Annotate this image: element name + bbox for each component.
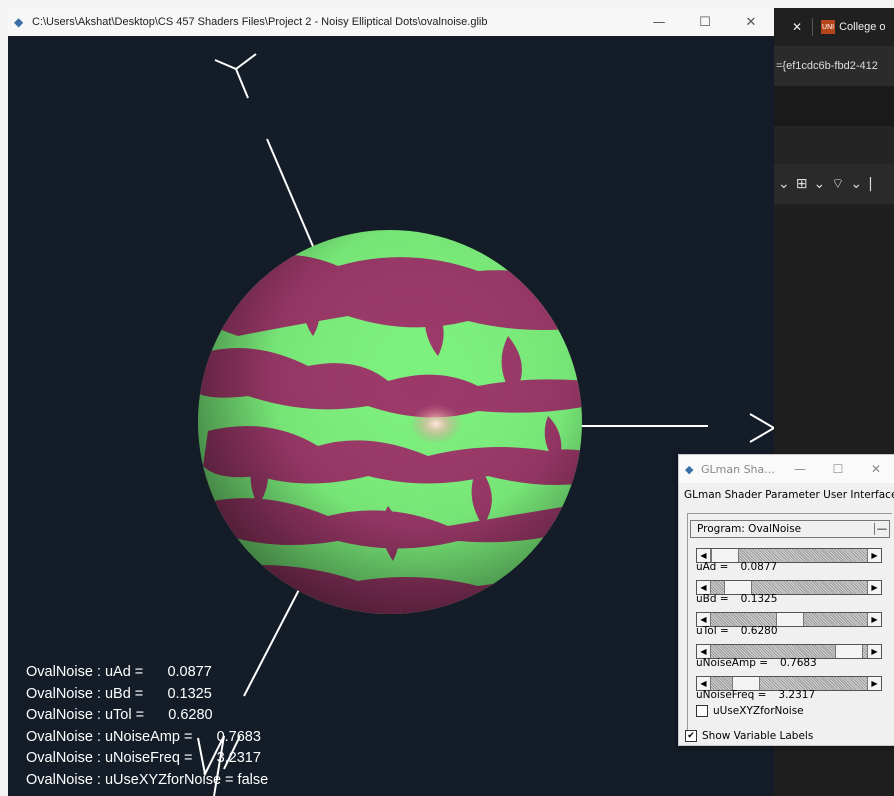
use-xyz-label: uUseXYZforNoise (713, 705, 804, 717)
toolbar-glyph-icon[interactable]: ⌔ (831, 175, 844, 193)
glman-app-icon: ◆ (685, 462, 694, 476)
slider-label: uTol = 0.6280 (696, 625, 778, 637)
toolbar-glyph-icon[interactable]: ⌄ (778, 176, 790, 192)
tab-title[interactable]: College o (839, 21, 885, 33)
minimize-button[interactable]: — (636, 8, 682, 36)
overlay-label-line: OvalNoise : uBd = 0.1325 (26, 685, 212, 702)
slider-label: uAd = 0.0877 (696, 561, 777, 573)
overlay-label-line: OvalNoise : uAd = 0.0877 (26, 664, 212, 680)
overlay-label-line: OvalNoise : uNoiseFreq = 3.2317 (26, 750, 261, 766)
glman-window-title: GLman Sha... (701, 462, 775, 476)
slider-right-arrow-icon[interactable]: ▶ (867, 581, 881, 594)
gl-titlebar[interactable]: ◆ C:\Users\Akshat\Desktop\CS 457 Shaders… (8, 8, 774, 36)
slider-label: uNoiseAmp = 0.7683 (696, 657, 817, 669)
college-favicon-icon: UNI (821, 20, 836, 34)
slider-right-arrow-icon[interactable]: ▶ (867, 645, 881, 658)
slider-name: uNoiseFreq = (696, 689, 767, 701)
close-button[interactable]: ✕ (857, 455, 894, 483)
noisy-oval-sphere (198, 230, 582, 614)
overlay-label-line: OvalNoise : uUseXYZforNoise = false (26, 771, 269, 788)
use-xyz-checkbox[interactable] (696, 705, 708, 717)
maximize-button[interactable]: ☐ (682, 8, 728, 36)
slider-label: uBd = 0.1325 (696, 593, 777, 605)
overlay-label-line: OvalNoise : uTol = 0.6280 (26, 707, 213, 723)
slider-name: uAd = (696, 561, 729, 573)
slider-right-arrow-icon[interactable]: ▶ (867, 677, 881, 690)
close-button[interactable]: ✕ (728, 8, 774, 36)
slider-label: uNoiseFreq = 3.2317 (696, 689, 815, 701)
toolbar-glyph-icon[interactable]: ⌄ (813, 176, 825, 192)
show-labels-checkbox[interactable]: ✔ (685, 730, 697, 742)
glman-app-icon: ◆ (14, 15, 24, 29)
glman-titlebar[interactable]: ◆ GLman Sha... — ☐ ✕ (679, 455, 894, 483)
window-title: C:\Users\Akshat\Desktop\CS 457 Shaders F… (32, 16, 488, 28)
background-tab-bar[interactable]: ✕ UNI College o (774, 8, 894, 46)
glman-parameter-window[interactable]: ◆ GLman Sha... — ☐ ✕ GLman Shader Parame… (678, 454, 894, 746)
slider-value: 0.7683 (780, 657, 817, 669)
background-url-text[interactable]: ={ef1cdc6b-fbd2-412 (774, 46, 894, 86)
show-labels-checkbox-row[interactable]: ✔ Show Variable Labels (685, 730, 813, 742)
program-rollout[interactable]: Program: OvalNoise — (690, 520, 890, 538)
program-panel: Program: OvalNoise — ◀ ▶ uAd = 0.0877 ◀ ▶ uBd … (687, 513, 892, 740)
overlay-label-line: OvalNoise : uNoiseAmp = 0.7683 (26, 728, 261, 745)
tab-separator (812, 18, 814, 36)
tab-close-icon[interactable]: ✕ (792, 20, 802, 34)
slider-name: uBd = (696, 593, 729, 605)
use-xyz-checkbox-row[interactable]: uUseXYZforNoise (696, 705, 804, 717)
toolbar-glyph-icon[interactable]: ⊞ (796, 176, 808, 192)
program-label: Program: OvalNoise (697, 523, 802, 535)
toolbar-glyph-icon[interactable]: ⌄ (850, 176, 862, 192)
background-strip (774, 126, 894, 164)
collapse-button[interactable]: — (874, 523, 889, 535)
glman-header: GLman Shader Parameter User Interface (684, 489, 894, 501)
slider-value: 0.1325 (740, 593, 778, 605)
slider-name: uNoiseAmp = (696, 657, 768, 669)
slider-right-arrow-icon[interactable]: ▶ (867, 613, 881, 626)
maximize-button[interactable]: ☐ (819, 455, 857, 483)
slider-thumb[interactable] (834, 645, 863, 658)
show-labels-label: Show Variable Labels (702, 730, 814, 742)
slider-value: 0.6280 (740, 625, 778, 637)
minimize-button[interactable]: — (781, 455, 819, 483)
gl-render-window[interactable]: ◆ C:\Users\Akshat\Desktop\CS 457 Shaders… (8, 8, 774, 796)
slider-name: uTol = (696, 625, 729, 637)
background-strip (774, 86, 894, 126)
slider-value: 3.2317 (778, 689, 816, 701)
variable-labels-overlay: OvalNoise : uAd = 0.0877 OvalNoise : uBd … (26, 664, 268, 793)
slider-value: 0.0877 (740, 561, 778, 573)
toolbar-glyph-icon[interactable]: | (868, 176, 873, 192)
background-toolbar[interactable]: ⌄ ⊞ ⌄ ⌔ ⌄ | (774, 164, 894, 204)
slider-thumb[interactable] (776, 613, 804, 626)
slider-right-arrow-icon[interactable]: ▶ (867, 549, 881, 562)
